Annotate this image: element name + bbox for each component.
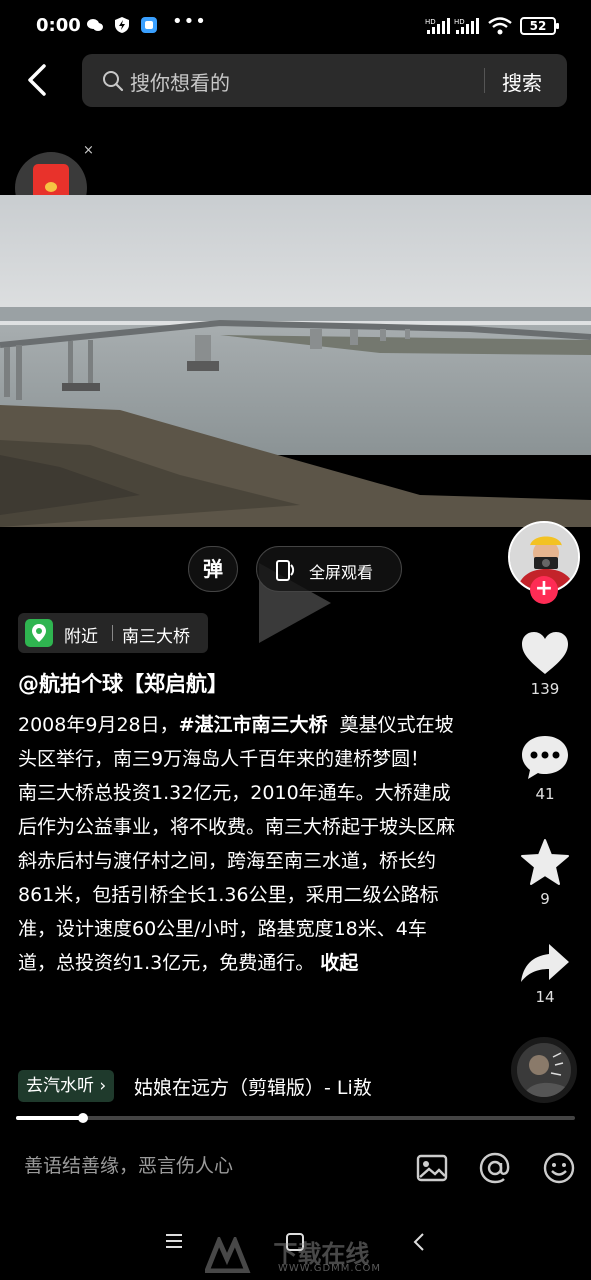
status-time: 0:00	[36, 15, 81, 36]
video-frame	[0, 195, 591, 527]
music-app-link[interactable]: 去汽水听 ›	[18, 1070, 115, 1102]
video-progress-bar[interactable]	[16, 1113, 575, 1123]
fullscreen-icon	[276, 560, 295, 581]
nav-back-icon[interactable]	[412, 1232, 426, 1252]
emoji-icon[interactable]	[542, 1151, 576, 1185]
comment-input[interactable]: 善语结善缘，恶言伤人心	[24, 1151, 233, 1178]
location-nearby-label: 附近	[64, 627, 98, 647]
share-count: 14	[535, 988, 555, 1006]
status-bar: 0:00 ••• HD HD 52	[0, 0, 591, 50]
red-envelope-close-icon[interactable]: ×	[83, 143, 94, 158]
more-notifications-icon: •••	[172, 11, 207, 32]
collapse-button[interactable]: 收起	[320, 952, 358, 974]
like-count: 139	[530, 680, 560, 698]
desc-text: 奠基仪式在坡头区举行，南三9万海岛人千百年来的建桥梦圆！ 南三大桥总投资1.32…	[18, 714, 456, 974]
search-input[interactable]: 搜你想看的	[130, 67, 230, 96]
location-pin-icon	[25, 619, 53, 647]
music-disc-icon[interactable]	[511, 1037, 577, 1103]
app-notification-icon	[141, 17, 157, 33]
search-bar[interactable]: 搜你想看的 搜索	[82, 54, 567, 107]
location-divider	[112, 625, 113, 641]
location-tag[interactable]: 附近 南三大桥	[18, 613, 208, 653]
location-name: 南三大桥	[122, 627, 190, 647]
share-button[interactable]: 14	[510, 942, 580, 1006]
battery-icon: 52	[520, 17, 559, 35]
search-divider	[484, 68, 485, 93]
svg-text:HD: HD	[454, 18, 465, 26]
share-arrow-icon	[521, 944, 569, 982]
signal-icon: HD	[425, 18, 450, 34]
chat-app-icon	[87, 19, 103, 31]
heart-icon	[522, 632, 568, 674]
recent-apps-icon[interactable]	[165, 1233, 183, 1249]
video-player[interactable]	[0, 195, 591, 527]
comment-icon	[522, 736, 568, 779]
danmaku-toggle-button[interactable]: 弹	[188, 546, 238, 592]
follow-button[interactable]: +	[530, 576, 558, 604]
author-name[interactable]: @航拍个球【郑启航】	[18, 668, 228, 698]
comment-count: 41	[535, 785, 555, 803]
back-arrow-icon[interactable]	[24, 62, 54, 98]
star-icon	[521, 839, 569, 885]
favorite-button[interactable]: 9	[510, 838, 580, 908]
hashtag-link[interactable]: #湛江市南三大桥	[179, 714, 328, 736]
fullscreen-button[interactable]: 全屏观看	[256, 546, 402, 592]
wifi-icon	[488, 17, 512, 35]
progress-knob[interactable]	[78, 1113, 89, 1123]
signal-icon: HD	[454, 18, 479, 34]
shield-icon	[115, 17, 129, 33]
mention-icon[interactable]	[478, 1151, 512, 1185]
post-description: 2008年9月28日，#湛江市南三大桥 奠基仪式在坡头区举行，南三9万海岛人千百…	[18, 708, 458, 980]
music-title[interactable]: 姑娘在远方（剪辑版）- Li敖	[134, 1073, 372, 1100]
favorite-count: 9	[540, 890, 550, 908]
progress-fill	[16, 1116, 84, 1120]
image-icon[interactable]	[415, 1151, 449, 1185]
search-button[interactable]: 搜索	[502, 67, 542, 96]
comment-button[interactable]: 41	[510, 733, 580, 803]
desc-text: 2008年9月28日，	[18, 714, 179, 736]
search-icon	[103, 71, 124, 92]
svg-text:HD: HD	[425, 18, 436, 26]
like-button[interactable]: 139	[510, 630, 580, 698]
watermark-url: WWW.GDMM.COM	[278, 1263, 382, 1274]
fullscreen-label: 全屏观看	[309, 563, 374, 582]
